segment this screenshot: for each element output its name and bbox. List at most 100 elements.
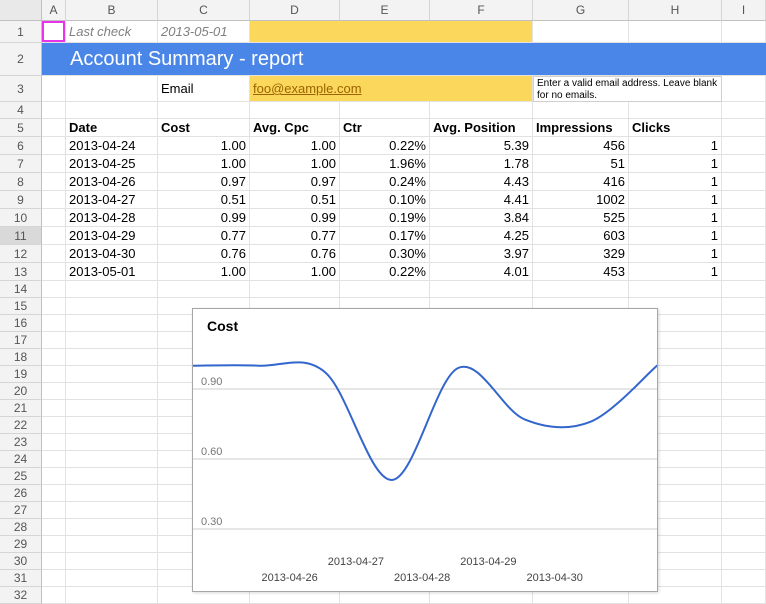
table-header-avg-cpc[interactable]: Avg. Cpc [250, 119, 340, 137]
cell-G6[interactable]: 456 [533, 137, 629, 155]
cell-H12[interactable]: 1 [629, 245, 722, 263]
cell-E14[interactable] [340, 281, 430, 298]
row-header-16[interactable]: 16 [0, 315, 42, 332]
cell-C11[interactable]: 0.77 [158, 227, 250, 245]
cell-A26[interactable] [42, 485, 66, 502]
cell-I7[interactable] [722, 155, 766, 173]
cell-G4[interactable] [533, 102, 629, 119]
row-header-31[interactable]: 31 [0, 570, 42, 587]
row-header-11[interactable]: 11 [0, 227, 42, 245]
cell-H10[interactable]: 1 [629, 209, 722, 227]
cell-I9[interactable] [722, 191, 766, 209]
cell-B22[interactable] [66, 417, 158, 434]
cell-B32[interactable] [66, 587, 158, 604]
cell-C8[interactable]: 0.97 [158, 173, 250, 191]
row-header-9[interactable]: 9 [0, 191, 42, 209]
row-header-25[interactable]: 25 [0, 468, 42, 485]
cell-I14[interactable] [722, 281, 766, 298]
cell-E7[interactable]: 1.96% [340, 155, 430, 173]
cell-G1[interactable] [533, 21, 629, 43]
cell-I12[interactable] [722, 245, 766, 263]
cell-D12[interactable]: 0.76 [250, 245, 340, 263]
row-header-30[interactable]: 30 [0, 553, 42, 570]
cell-A23[interactable] [42, 434, 66, 451]
column-header-F[interactable]: F [430, 0, 533, 21]
cell-I4[interactable] [722, 102, 766, 119]
cell-B28[interactable] [66, 519, 158, 536]
row-header-7[interactable]: 7 [0, 155, 42, 173]
cell-A7[interactable] [42, 155, 66, 173]
cell-B25[interactable] [66, 468, 158, 485]
cell-A20[interactable] [42, 383, 66, 400]
cell-G9[interactable]: 1002 [533, 191, 629, 209]
cell-I25[interactable] [722, 468, 766, 485]
cell-D6[interactable]: 1.00 [250, 137, 340, 155]
cell-A1-selected[interactable] [42, 21, 66, 43]
email-input-cell[interactable]: foo@example.com [250, 76, 533, 102]
row-header-27[interactable]: 27 [0, 502, 42, 519]
table-header-avg-position[interactable]: Avg. Position [430, 119, 533, 137]
cell-A18[interactable] [42, 349, 66, 366]
row-header-14[interactable]: 14 [0, 281, 42, 298]
cell-G11[interactable]: 603 [533, 227, 629, 245]
cell-I5[interactable] [722, 119, 766, 137]
last-check-label[interactable]: Last check [66, 21, 158, 43]
cell-A11[interactable] [42, 227, 66, 245]
cell-E12[interactable]: 0.30% [340, 245, 430, 263]
row-header-22[interactable]: 22 [0, 417, 42, 434]
cell-I23[interactable] [722, 434, 766, 451]
cell-F7[interactable]: 1.78 [430, 155, 533, 173]
cell-B16[interactable] [66, 315, 158, 332]
cell-I11[interactable] [722, 227, 766, 245]
cell-B23[interactable] [66, 434, 158, 451]
cell-A22[interactable] [42, 417, 66, 434]
cell-E4[interactable] [340, 102, 430, 119]
row-header-10[interactable]: 10 [0, 209, 42, 227]
cell-I22[interactable] [722, 417, 766, 434]
cell-A28[interactable] [42, 519, 66, 536]
cell-D10[interactable]: 0.99 [250, 209, 340, 227]
column-header-I[interactable]: I [722, 0, 766, 21]
table-header-cost[interactable]: Cost [158, 119, 250, 137]
cell-A19[interactable] [42, 366, 66, 383]
cell-B14[interactable] [66, 281, 158, 298]
cell-B26[interactable] [66, 485, 158, 502]
cell-F13[interactable]: 4.01 [430, 263, 533, 281]
report-banner[interactable]: Account Summary - report [42, 43, 766, 76]
cell-B9[interactable]: 2013-04-27 [66, 191, 158, 209]
row-header-3[interactable]: 3 [0, 76, 42, 102]
cell-B20[interactable] [66, 383, 158, 400]
cell-H6[interactable]: 1 [629, 137, 722, 155]
cell-I27[interactable] [722, 502, 766, 519]
table-header-impressions[interactable]: Impressions [533, 119, 629, 137]
cell-D11[interactable]: 0.77 [250, 227, 340, 245]
cell-B7[interactable]: 2013-04-25 [66, 155, 158, 173]
cell-A27[interactable] [42, 502, 66, 519]
embedded-chart[interactable]: 0.300.600.902013-04-262013-04-272013-04-… [192, 308, 658, 592]
cell-G14[interactable] [533, 281, 629, 298]
cell-A9[interactable] [42, 191, 66, 209]
cell-I17[interactable] [722, 332, 766, 349]
cell-A31[interactable] [42, 570, 66, 587]
cell-I24[interactable] [722, 451, 766, 468]
table-header-clicks[interactable]: Clicks [629, 119, 722, 137]
cell-F6[interactable]: 5.39 [430, 137, 533, 155]
cell-H8[interactable]: 1 [629, 173, 722, 191]
column-header-D[interactable]: D [250, 0, 340, 21]
cell-H13[interactable]: 1 [629, 263, 722, 281]
cell-B15[interactable] [66, 298, 158, 315]
row-header-1[interactable]: 1 [0, 21, 42, 43]
cell-A14[interactable] [42, 281, 66, 298]
cell-B4[interactable] [66, 102, 158, 119]
row-header-26[interactable]: 26 [0, 485, 42, 502]
cell-A10[interactable] [42, 209, 66, 227]
column-header-B[interactable]: B [66, 0, 158, 21]
row-header-13[interactable]: 13 [0, 263, 42, 281]
cell-E11[interactable]: 0.17% [340, 227, 430, 245]
cell-I13[interactable] [722, 263, 766, 281]
cell-H1[interactable] [629, 21, 722, 43]
column-header-H[interactable]: H [629, 0, 722, 21]
cell-B12[interactable]: 2013-04-30 [66, 245, 158, 263]
row-header-15[interactable]: 15 [0, 298, 42, 315]
cell-C7[interactable]: 1.00 [158, 155, 250, 173]
